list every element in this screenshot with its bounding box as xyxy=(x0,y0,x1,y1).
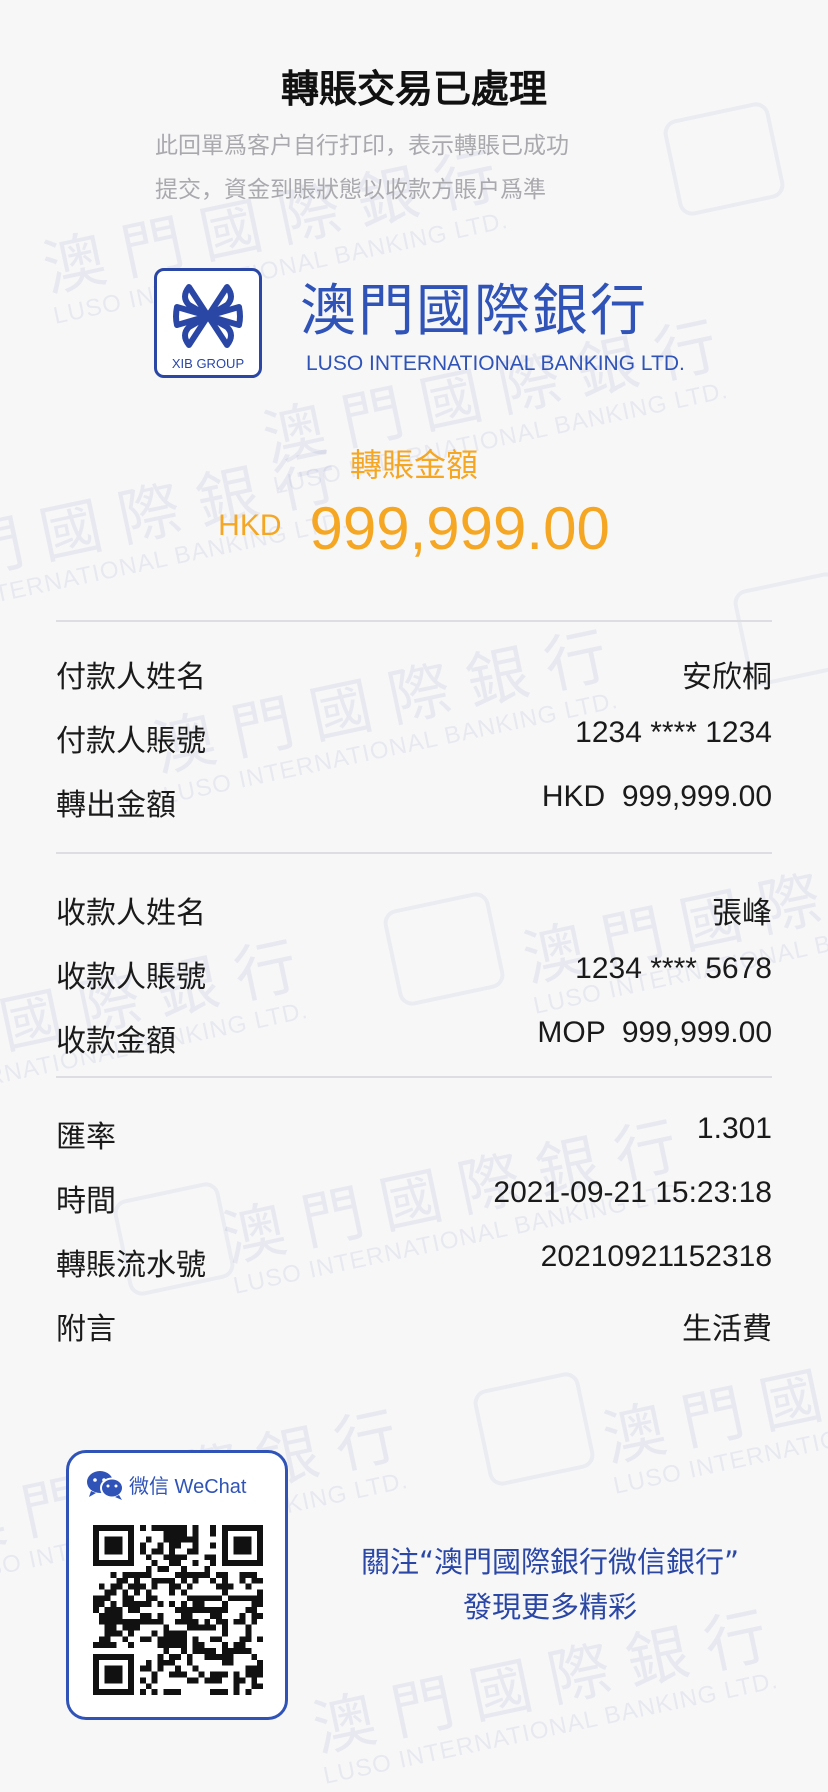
memo-label: 附言 xyxy=(56,1312,116,1347)
wechat-label: 微信 WeChat xyxy=(129,1476,247,1498)
disclaimer-line-1: 此回單爲客户自行打印，表示轉賬已成功 xyxy=(155,133,569,159)
serial-label: 轉賬流水號 xyxy=(56,1248,206,1283)
payer-name-row: 付款人姓名 安欣桐 xyxy=(56,652,772,695)
page-title: 轉賬交易已處理 xyxy=(280,67,547,111)
watermark-logo xyxy=(660,99,788,219)
receipt-page: 澳門國際銀行 LUSO INTERNATIONAL BANKING LTD. 澳門… xyxy=(0,0,828,1792)
payer-account-row: 付款人賬號 1234 **** 1234 xyxy=(56,716,772,759)
bank-name-zh: 澳門國際銀行 xyxy=(300,279,648,344)
amount-currency: HKD xyxy=(218,509,282,542)
exchange-rate-row: 匯率 1.301 xyxy=(56,1112,772,1155)
exchange-rate-value: 1.301 xyxy=(696,1112,772,1145)
payer-name-value: 安欣桐 xyxy=(682,660,772,695)
bank-name-en: LUSO INTERNATIONAL BANKING LTD. xyxy=(306,352,685,375)
watermark-logo xyxy=(470,1369,598,1489)
amount-value: 999,999.00 xyxy=(309,495,610,562)
follow-line-2: 發現更多精彩 xyxy=(462,1590,637,1624)
serial-value: 20210921152318 xyxy=(540,1240,772,1273)
wechat-header: 微信 WeChat xyxy=(85,1469,246,1501)
payer-account-label: 付款人賬號 xyxy=(56,724,206,759)
memo-value: 生活費 xyxy=(682,1312,772,1347)
payer-amount-row: 轉出金額 HKD 999,999.00 xyxy=(56,780,772,823)
payee-account-label: 收款人賬號 xyxy=(56,960,206,995)
divider xyxy=(56,1076,772,1078)
memo-row: 附言 生活費 xyxy=(56,1304,772,1347)
wechat-icon xyxy=(87,1471,124,1500)
disclaimer-line-2: 提交，資金到賬狀態以收款方賬户爲準 xyxy=(155,177,546,203)
payer-amount-value: HKD 999,999.00 xyxy=(541,780,772,813)
logo-group-tag: XIB GROUP xyxy=(171,356,245,371)
payer-name-label: 付款人姓名 xyxy=(56,660,206,695)
payer-amount-label: 轉出金額 xyxy=(56,788,176,823)
payee-account-value: 1234 **** 5678 xyxy=(575,952,772,985)
serial-row: 轉賬流水號 20210921152318 xyxy=(56,1240,772,1283)
exchange-rate-label: 匯率 xyxy=(56,1120,116,1155)
time-row: 時間 2021-09-21 15:23:18 xyxy=(56,1176,772,1219)
qr-code-icon[interactable] xyxy=(93,1525,263,1695)
payee-amount-value: MOP 999,999.00 xyxy=(537,1016,772,1049)
payee-amount-row: 收款金額 MOP 999,999.00 xyxy=(56,1016,772,1059)
payer-account-value: 1234 **** 1234 xyxy=(575,716,772,749)
bank-logo: XIB GROUP xyxy=(154,268,262,378)
payee-name-row: 收款人姓名 張峰 xyxy=(56,888,772,931)
clover-logo-icon xyxy=(173,284,243,348)
follow-line-1: 關注“澳門國際銀行微信銀行” xyxy=(360,1545,740,1579)
time-label: 時間 xyxy=(56,1184,116,1219)
follow-promo: 關注“澳門國際銀行微信銀行” 發現更多精彩 xyxy=(320,1540,780,1630)
time-value: 2021-09-21 15:23:18 xyxy=(493,1176,772,1209)
divider xyxy=(56,852,772,854)
payee-account-row: 收款人賬號 1234 **** 5678 xyxy=(56,952,772,995)
divider xyxy=(56,620,772,622)
transfer-amount: HKD 999,999.00 xyxy=(0,494,828,563)
payee-amount-label: 收款金額 xyxy=(56,1024,176,1059)
wechat-qr-card[interactable]: 微信 WeChat xyxy=(66,1450,288,1720)
receipt-disclaimer: 此回單爲客户自行打印，表示轉賬已成功 提交，資金到賬狀態以收款方賬户爲準 xyxy=(155,124,675,212)
payee-name-label: 收款人姓名 xyxy=(56,896,206,931)
payee-name-value: 張峰 xyxy=(712,896,772,931)
transfer-amount-label: 轉賬金額 xyxy=(349,446,478,484)
